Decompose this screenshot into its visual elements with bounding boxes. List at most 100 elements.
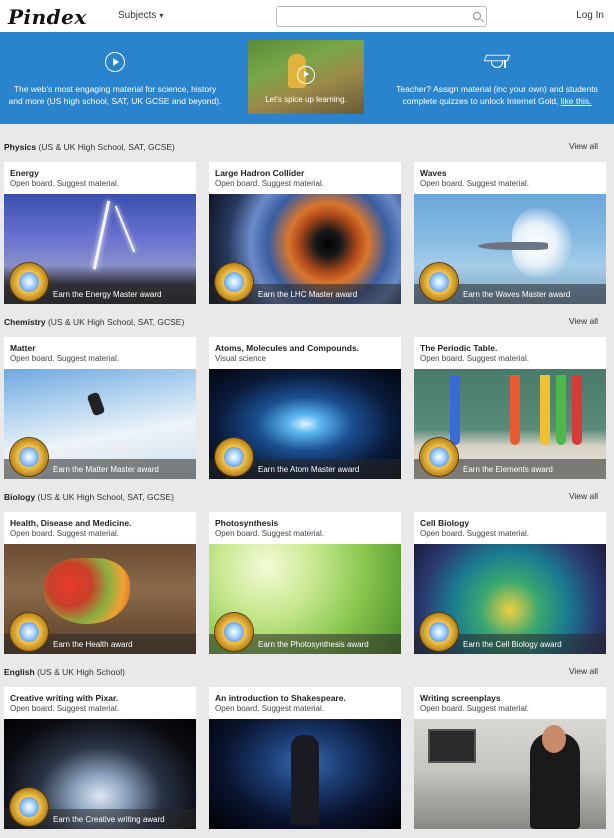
card-subtitle: Open board. Suggest material.	[10, 179, 119, 188]
section-title-biology: Biology (US & UK High School, SAT, GCSE)	[4, 492, 174, 502]
search-input[interactable]	[277, 8, 467, 27]
card-title[interactable]: Cell Biology	[420, 518, 469, 528]
award-medal-icon	[215, 613, 253, 651]
banner-left-text: The web's most engaging material for sci…	[8, 84, 222, 106]
card-title[interactable]: Energy	[10, 168, 39, 178]
award-text[interactable]: Earn the Waves Master award	[463, 290, 570, 299]
topic-card[interactable]: Large Hadron Collider Open board. Suggest…	[209, 162, 401, 304]
banner-video-caption: Let's spice up learning.	[265, 95, 347, 104]
card-subtitle: Visual science	[215, 354, 266, 363]
card-title[interactable]: Photosynthesis	[215, 518, 278, 528]
section-name[interactable]: Physics	[4, 142, 36, 152]
subjects-label: Subjects	[118, 10, 157, 21]
like-this-link[interactable]: like this.	[561, 96, 592, 106]
card-title[interactable]: Creative writing with Pixar.	[10, 693, 118, 703]
card-image[interactable]: Earn the Photosynthesis award	[209, 544, 401, 654]
card-subtitle: Open board. Suggest material.	[215, 704, 324, 713]
topic-card[interactable]: Atoms, Molecules and Compounds. Visual sc…	[209, 337, 401, 479]
banner-video-thumbnail[interactable]: Let's spice up learning.	[248, 40, 364, 114]
card-image[interactable]: Earn the Elements award	[414, 369, 606, 479]
card-image[interactable]: Earn the Health award	[4, 544, 196, 654]
card-title[interactable]: An introduction to Shakespeare.	[215, 693, 346, 703]
card-subtitle: Open board. Suggest material.	[215, 529, 324, 538]
topic-card[interactable]: Cell Biology Open board. Suggest material…	[414, 512, 606, 654]
view-all-link[interactable]: View all	[569, 141, 598, 151]
award-text[interactable]: Earn the Cell Biology award	[463, 640, 562, 649]
section-name[interactable]: Biology	[4, 492, 35, 502]
view-all-link[interactable]: View all	[569, 316, 598, 326]
topic-card[interactable]: Energy Open board. Suggest material. Earn …	[4, 162, 196, 304]
award-text[interactable]: Earn the Matter Master award	[53, 465, 159, 474]
award-text[interactable]: Earn the Atom Master award	[258, 465, 359, 474]
card-subtitle: Open board. Suggest material.	[420, 179, 529, 188]
section-qualifier: (US & UK High School, SAT, GCSE)	[47, 317, 185, 327]
card-subtitle: Open board. Suggest material.	[420, 529, 529, 538]
card-subtitle: Open board. Suggest material.	[420, 704, 529, 713]
card-image[interactable]: Earn the LHC Master award	[209, 194, 401, 304]
login-link[interactable]: Log In	[576, 10, 604, 21]
award-text[interactable]: Earn the LHC Master award	[258, 290, 357, 299]
pindex-logo[interactable]: Pindex	[8, 5, 87, 29]
card-title[interactable]: Large Hadron Collider	[215, 168, 304, 178]
topic-card[interactable]: The Periodic Table. Open board. Suggest m…	[414, 337, 606, 479]
topic-card[interactable]: An introduction to Shakespeare. Open boar…	[209, 687, 401, 829]
topic-card[interactable]: Photosynthesis Open board. Suggest materi…	[209, 512, 401, 654]
award-medal-icon	[215, 438, 253, 476]
award-medal-icon	[10, 613, 48, 651]
banner-right: Teacher? Assign material (inc your own) …	[388, 32, 606, 124]
award-medal-icon	[10, 438, 48, 476]
topic-card[interactable]: Health, Disease and Medicine. Open board.…	[4, 512, 196, 654]
card-subtitle: Open board. Suggest material.	[10, 529, 119, 538]
subjects-dropdown[interactable]: Subjects ▾	[118, 10, 163, 21]
section-qualifier: (US & UK High School, SAT, GCSE)	[37, 492, 174, 502]
search-icon[interactable]	[473, 12, 481, 20]
card-title[interactable]: The Periodic Table.	[420, 343, 497, 353]
award-medal-icon	[420, 438, 458, 476]
video-play-icon[interactable]	[297, 66, 315, 84]
card-subtitle: Open board. Suggest material.	[10, 704, 119, 713]
card-image[interactable]: Earn the Cell Biology award	[414, 544, 606, 654]
card-title[interactable]: Writing screenplays	[420, 693, 501, 703]
section-title-chemistry: Chemistry (US & UK High School, SAT, GCS…	[4, 317, 184, 327]
card-subtitle: Open board. Suggest material.	[420, 354, 529, 363]
graduation-cap-icon	[483, 50, 511, 72]
award-medal-icon	[420, 263, 458, 301]
banner-right-text: Teacher? Assign material (inc your own) …	[388, 83, 606, 107]
card-image[interactable]: Earn the Waves Master award	[414, 194, 606, 304]
award-text[interactable]: Earn the Elements award	[463, 465, 553, 474]
section-qualifier: (US & UK High School)	[37, 667, 125, 677]
topic-card[interactable]: Writing screenplays Open board. Suggest m…	[414, 687, 606, 829]
card-image[interactable]: Earn the Atom Master award	[209, 369, 401, 479]
award-text[interactable]: Earn the Photosynthesis award	[258, 640, 369, 649]
play-icon[interactable]	[105, 52, 125, 72]
card-title[interactable]: Health, Disease and Medicine.	[10, 518, 131, 528]
award-text[interactable]: Earn the Creative writing award	[53, 815, 165, 824]
topic-card[interactable]: Creative writing with Pixar. Open board. …	[4, 687, 196, 829]
card-image[interactable]: Earn the Energy Master award	[4, 194, 196, 304]
card-image[interactable]	[209, 719, 401, 829]
card-image[interactable]: Earn the Matter Master award	[4, 369, 196, 479]
topic-card[interactable]: Waves Open board. Suggest material. Earn t…	[414, 162, 606, 304]
card-title[interactable]: Atoms, Molecules and Compounds.	[215, 343, 359, 353]
award-medal-icon	[420, 613, 458, 651]
top-navbar: Pindex Subjects ▾ Log In	[0, 0, 614, 32]
award-text[interactable]: Earn the Health award	[53, 640, 133, 649]
section-name[interactable]: English	[4, 667, 35, 677]
award-medal-icon	[10, 263, 48, 301]
topic-card[interactable]: Matter Open board. Suggest material. Earn …	[4, 337, 196, 479]
section-name[interactable]: Chemistry	[4, 317, 46, 327]
view-all-link[interactable]: View all	[569, 491, 598, 501]
award-medal-icon	[215, 263, 253, 301]
award-text[interactable]: Earn the Energy Master award	[53, 290, 162, 299]
banner-left: The web's most engaging material for sci…	[6, 32, 224, 124]
card-title[interactable]: Matter	[10, 343, 36, 353]
view-all-link[interactable]: View all	[569, 666, 598, 676]
chevron-down-icon: ▾	[159, 11, 164, 20]
card-title[interactable]: Waves	[420, 168, 447, 178]
section-title-physics: Physics (US & UK High School, SAT, GCSE)	[4, 142, 175, 152]
card-image[interactable]: Earn the Creative writing award	[4, 719, 196, 829]
card-image[interactable]	[414, 719, 606, 829]
section-qualifier: (US & UK High School, SAT, GCSE)	[38, 142, 175, 152]
card-subtitle: Open board. Suggest material.	[215, 179, 324, 188]
search-box[interactable]	[276, 6, 487, 27]
